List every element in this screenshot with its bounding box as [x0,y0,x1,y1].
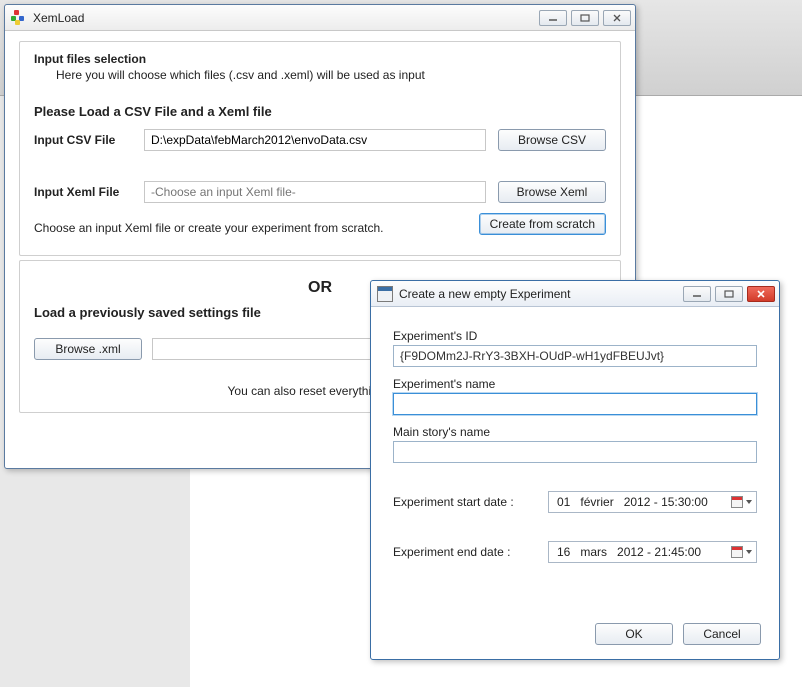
xemload-app-icon [11,10,27,26]
calendar-icon [731,496,743,508]
maximize-button[interactable] [571,10,599,26]
xeml-label: Input Xeml File [34,185,144,199]
close-button[interactable] [603,10,631,26]
browse-csv-button[interactable]: Browse CSV [498,129,606,151]
xeml-path-input[interactable] [144,181,486,203]
main-story-field[interactable] [393,441,757,463]
end-date-picker[interactable]: 16 mars 2012 - 21:45:00 [548,541,757,563]
experiment-name-label: Experiment's name [393,377,757,391]
start-date-label: Experiment start date : [393,495,548,509]
end-date-label: Experiment end date : [393,545,548,559]
start-rest: 2012 - 15:30:00 [624,495,708,509]
group-subtitle: Here you will choose which files (.csv a… [56,68,606,82]
start-date-picker[interactable]: 01 février 2012 - 15:30:00 [548,491,757,513]
create-from-scratch-button[interactable]: Create from scratch [479,213,606,235]
csv-label: Input CSV File [34,133,144,147]
dialog-maximize-button[interactable] [715,286,743,302]
csv-path-input[interactable] [144,129,486,151]
end-day: 16 [557,545,570,559]
calendar-icon [731,546,743,558]
end-month: mars [580,545,607,559]
dialog-titlebar[interactable]: Create a new empty Experiment [371,281,779,307]
experiment-id-label: Experiment's ID [393,329,757,343]
group-title: Input files selection [34,52,606,66]
input-files-group: Input files selection Here you will choo… [19,41,621,256]
dialog-app-icon [377,286,393,302]
create-experiment-dialog: Create a new empty Experiment Experiment… [370,280,780,660]
dialog-title: Create a new empty Experiment [399,287,683,301]
start-month: février [580,495,613,509]
xeml-hint: Choose an input Xeml file or create your… [34,221,479,235]
chevron-down-icon [746,500,752,504]
experiment-name-field[interactable] [393,393,757,415]
section-heading: Please Load a CSV File and a Xeml file [34,104,606,119]
end-rest: 2012 - 21:45:00 [617,545,701,559]
start-day: 01 [557,495,570,509]
main-story-label: Main story's name [393,425,757,439]
experiment-id-field[interactable] [393,345,757,367]
dialog-minimize-button[interactable] [683,286,711,302]
browse-xml-button[interactable]: Browse .xml [34,338,142,360]
chevron-down-icon [746,550,752,554]
xemload-title: XemLoad [33,11,539,25]
dialog-close-button[interactable] [747,286,775,302]
minimize-button[interactable] [539,10,567,26]
cancel-button[interactable]: Cancel [683,623,761,645]
ok-button[interactable]: OK [595,623,673,645]
xemload-titlebar[interactable]: XemLoad [5,5,635,31]
browse-xeml-button[interactable]: Browse Xeml [498,181,606,203]
